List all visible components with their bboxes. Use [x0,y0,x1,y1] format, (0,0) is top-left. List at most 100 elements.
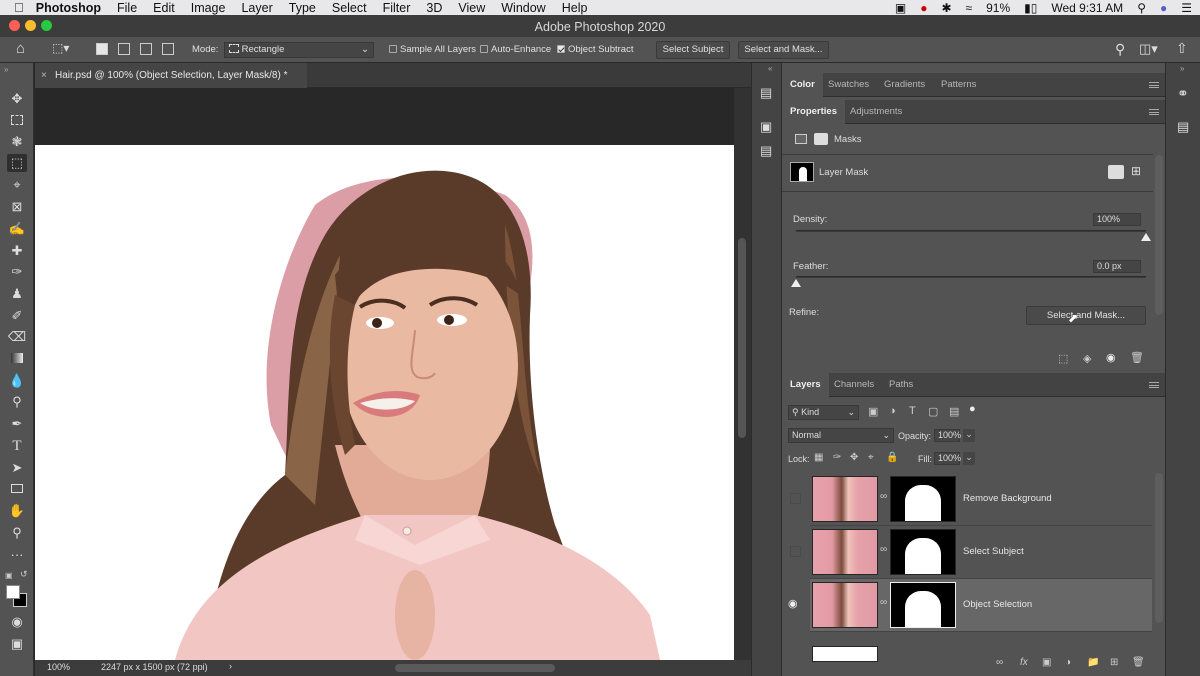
layer-mask-thumbnail[interactable] [890,476,956,522]
subtract-selection-icon[interactable] [140,43,152,55]
type-tool-icon[interactable]: T [7,437,27,455]
fill-input[interactable]: 100% [934,452,961,465]
layer-row[interactable]: ∞ Select Subject [790,526,1152,579]
tab-swatches[interactable]: Swatches [820,73,877,97]
delete-mask-icon[interactable]: 🗑 [1130,351,1144,364]
lasso-tool-icon[interactable]: ❃ [7,133,27,151]
tab-patterns[interactable]: Patterns [933,73,984,97]
menu-layer[interactable]: Layer [241,1,272,15]
object-selection-tool-icon[interactable]: ⬚ [7,154,27,172]
tab-channels[interactable]: Channels [826,373,882,397]
new-adjustment-layer-icon[interactable]: ◑ [1065,657,1071,668]
collapse-toolbar-icon[interactable]: » [4,65,8,74]
swap-colors-icon[interactable]: ↺ [20,569,28,580]
lock-artboard-icon[interactable]: ⌖ [868,452,874,463]
collapse-panels-icon[interactable]: « [768,64,772,73]
close-tab-icon[interactable]: × [41,63,47,88]
feather-slider[interactable] [796,276,1146,278]
vertical-scroll-thumb[interactable] [738,238,746,438]
expand-panels-icon[interactable]: » [1180,64,1184,73]
canvas-vertical-scrollbar[interactable] [734,88,751,660]
lock-position-icon[interactable]: ✥ [850,452,858,463]
sample-all-layers-checkbox[interactable]: Sample All Layers [389,44,476,55]
add-mask-icon[interactable]: ▣ [1042,657,1051,668]
visibility-eye-icon[interactable]: ◉ [788,597,798,610]
share-icon[interactable]: ⇧ [1176,40,1188,57]
lock-all-icon[interactable]: 🔒 [886,452,898,463]
link-icon[interactable]: ∞ [880,544,887,555]
link-icon[interactable]: ∞ [880,597,887,608]
mode-select[interactable]: Rectangle ⌄ [224,42,374,58]
marquee-tool-icon[interactable] [7,112,27,130]
tab-color[interactable]: Color [782,73,823,97]
layer-row[interactable]: ◉ ∞ Object Selection [788,579,1152,632]
feather-slider-thumb[interactable] [791,279,801,287]
blend-mode-select[interactable]: Normal ⌄ [788,428,894,443]
search-icon[interactable]: ⚲ [1115,41,1125,58]
layer-filter-select[interactable]: ⚲ Kind ⌄ [788,405,859,420]
filter-pixel-icon[interactable]: ▣ [868,405,878,418]
crop-tool-icon[interactable]: ⌖ [7,176,27,194]
learn-panel-icon[interactable]: ⚭ [1177,85,1189,102]
new-layer-icon[interactable]: ⊞ [1110,657,1118,668]
foreground-color-swatch[interactable] [6,585,20,599]
layer-name[interactable]: Select Subject [963,546,1024,557]
feather-input[interactable]: 0.0 px [1093,260,1141,273]
healing-brush-tool-icon[interactable]: ✚ [7,242,27,260]
document-canvas[interactable] [35,145,734,660]
notification-center-icon[interactable]: ☰ [1181,1,1192,15]
minimize-window-button[interactable] [25,20,36,31]
record-icon[interactable]: ● [920,1,927,15]
add-to-selection-icon[interactable] [118,43,130,55]
eyedropper-tool-icon[interactable]: ✍ [7,220,27,238]
menu-view[interactable]: View [458,1,485,15]
spotlight-icon[interactable]: ⚲ [1137,1,1146,15]
siri-icon[interactable]: ● [1160,1,1167,15]
select-subject-button[interactable]: Select Subject [656,41,730,59]
properties-scrollbar[interactable] [1155,155,1163,315]
workspace-icon[interactable]: ◫▾ [1139,41,1158,57]
auto-enhance-checkbox[interactable]: Auto-Enhance [480,44,551,55]
lock-transparent-icon[interactable]: ▦ [814,452,823,463]
layer-mask-thumbnail[interactable] [890,582,956,628]
link-icon[interactable]: ∞ [880,491,887,502]
quick-mask-icon[interactable]: ◉ [7,613,27,631]
menu-help[interactable]: Help [562,1,588,15]
dodge-tool-icon[interactable]: ⚲ [7,393,27,411]
tab-paths[interactable]: Paths [881,373,921,397]
path-selection-tool-icon[interactable]: ➤ [7,459,27,477]
libraries-panel-icon[interactable]: ▣ [760,119,772,135]
zoom-window-button[interactable] [41,20,52,31]
default-colors-icon[interactable]: ▣ [5,571,13,580]
new-selection-icon[interactable] [96,43,108,55]
density-slider-thumb[interactable] [1141,233,1151,241]
move-tool-icon[interactable]: ✥ [7,90,27,108]
filter-shape-icon[interactable]: ▢ [928,405,938,418]
link-layers-icon[interactable]: ∞ [996,657,1003,668]
history-brush-tool-icon[interactable]: ✐ [7,307,27,325]
info-panel-icon[interactable]: ▤ [760,143,772,159]
select-mask-icon[interactable] [1108,165,1124,179]
filter-adjustment-icon[interactable]: ◑ [889,405,896,417]
visibility-toggle[interactable] [790,546,801,557]
layer-mask-thumbnail[interactable] [890,529,956,575]
wifi-icon[interactable]: ≈ [966,1,973,15]
menu-type[interactable]: Type [289,1,316,15]
density-slider[interactable] [796,230,1146,232]
menu-select[interactable]: Select [332,1,367,15]
select-and-mask-button[interactable]: Select and Mask... [738,41,829,59]
screen-share-icon[interactable]: ▣ [895,1,906,15]
lock-image-icon[interactable]: ✑ [833,452,841,463]
panel-menu-icon[interactable] [1149,109,1159,115]
filter-smart-object-icon[interactable]: ▤ [949,405,959,418]
edit-toolbar-icon[interactable]: ··· [7,546,27,564]
menu-file[interactable]: File [117,1,137,15]
panel-menu-icon[interactable] [1149,382,1159,388]
brush-tool-icon[interactable]: ✑ [7,263,27,281]
load-selection-icon[interactable]: ⬚ [1058,352,1068,365]
zoom-level[interactable]: 100% [47,662,70,672]
refine-select-and-mask-button[interactable]: Select and Mask... [1026,306,1146,325]
panel-menu-icon[interactable] [1149,82,1159,88]
blur-tool-icon[interactable]: 💧 [7,372,27,390]
tab-layers[interactable]: Layers [782,373,829,397]
